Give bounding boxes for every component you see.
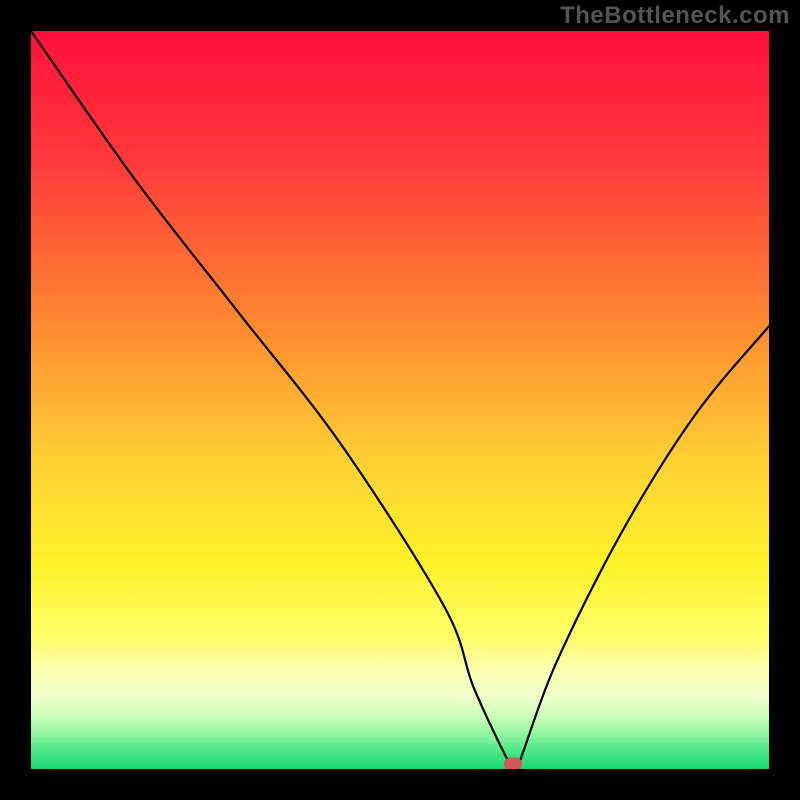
bottleneck-curve xyxy=(31,31,769,769)
chart-frame: TheBottleneck.com xyxy=(0,0,800,800)
plot-area xyxy=(31,31,769,769)
optimal-point-marker xyxy=(504,757,522,769)
watermark-text: TheBottleneck.com xyxy=(560,2,790,30)
